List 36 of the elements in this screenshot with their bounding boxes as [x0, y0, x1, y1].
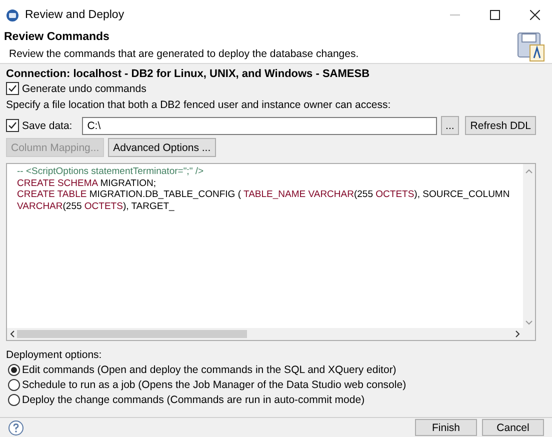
code-line: CREATE SCHEMA MIGRATION;	[17, 178, 157, 189]
page-title: Review Commands	[4, 31, 110, 43]
action-button[interactable]: Advanced Options ...	[108, 138, 216, 157]
browse-button[interactable]: ...	[440, 116, 460, 135]
help-icon[interactable]	[8, 420, 24, 436]
page-description: Review the commands that are generated to deploy the database changes.	[9, 48, 360, 60]
location-hint: Specify a file location that both a DB2 fenced user and instance owner can access:	[6, 99, 391, 111]
refresh-ddl-button[interactable]: Refresh DDL	[465, 116, 536, 135]
deployment-option[interactable]: Deploy the change commands (Commands are run in auto-commit mode)	[8, 394, 546, 406]
file-location-field[interactable]: C:\	[82, 116, 437, 134]
radio-dot-icon	[11, 367, 17, 373]
close-icon	[530, 10, 540, 20]
dialog-button[interactable]: Cancel	[482, 419, 544, 436]
connection-label: Connection: localhost - DB2 for Linux, UNIX, and Windows - SAMESB	[6, 68, 371, 80]
code-line: -- <ScriptOptions statementTerminator=";" />	[17, 166, 205, 178]
deployment-label: Deployment options:	[6, 349, 102, 361]
radio-button[interactable]	[8, 379, 20, 391]
undo-checkbox[interactable]: Generate undo commands	[6, 82, 146, 95]
checkbox[interactable]	[6, 119, 19, 132]
checkmark-icon	[8, 84, 17, 93]
scrollbar-thumb[interactable]	[17, 330, 247, 338]
deployment-option[interactable]: Edit commands (Open and deploy the commands in the SQL and XQuery editor)	[8, 364, 546, 376]
checkbox[interactable]	[6, 82, 19, 95]
code-editor[interactable]: -- <ScriptOptions statementTerminator=";" /> CREATE SCHEMA MIGRATION; CREATE TABLE MIGRATION.DB_TABLE_CONFIG ( TABLE_NAME VARCHAR(255 OCTETS), SOURCE_COLUMN VARCHAR(255 OCTETS), TARGET_	[6, 163, 536, 341]
app-icon	[6, 8, 19, 22]
deployment-option[interactable]: Schedule to run as a job (Opens the Job Manager of the Data Studio web console)	[8, 379, 546, 391]
scroll-right-icon[interactable]	[515, 330, 521, 338]
radio-button[interactable]	[8, 364, 20, 376]
code-line: CREATE TABLE MIGRATION.DB_TABLE_CONFIG ( TABLE_NAME VARCHAR(255 OCTETS), SOURCE_COLUMN VARCHAR(255 OCTETS), TARGET_	[17, 189, 511, 212]
save-data-checkbox[interactable]: Save data:	[6, 119, 72, 132]
scroll-left-icon[interactable]	[9, 330, 15, 338]
maximize-icon	[490, 10, 500, 20]
checkmark-icon	[8, 121, 17, 130]
radio-button[interactable]	[8, 394, 20, 406]
window-title: Review and Deploy	[25, 9, 126, 21]
dialog-button[interactable]: Finish	[415, 419, 477, 436]
